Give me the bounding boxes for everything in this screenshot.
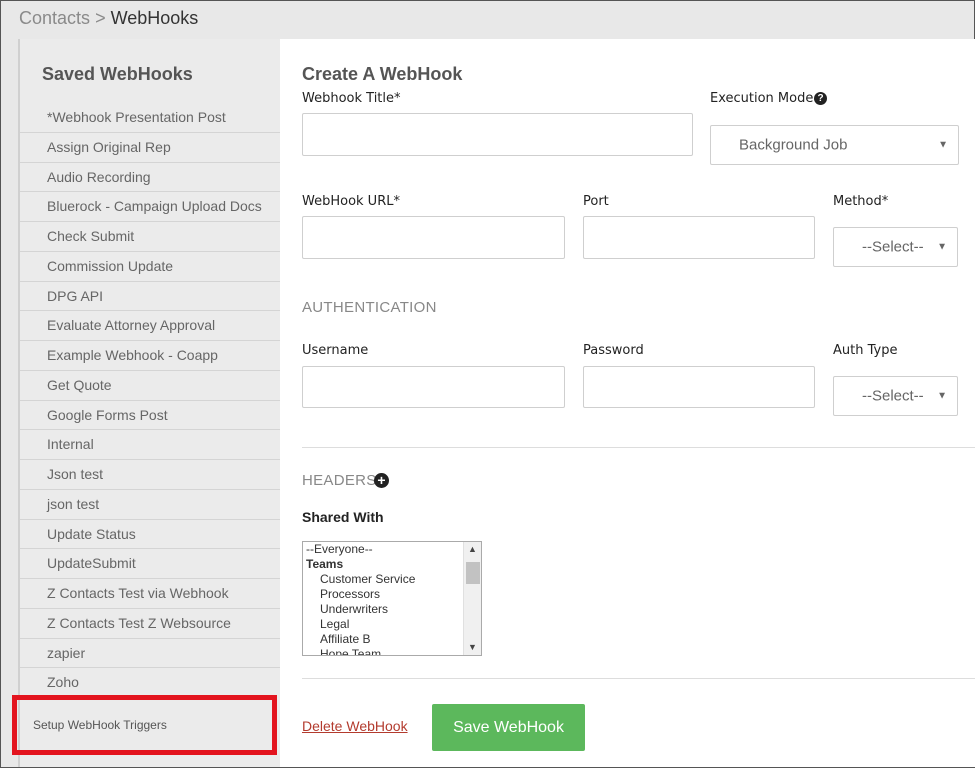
shared-option[interactable]: Legal: [303, 617, 481, 632]
execution-mode-select[interactable]: Background Job ▼: [710, 125, 959, 165]
webhook-url-label: WebHook URL*: [302, 194, 400, 209]
saved-webhooks-list: *Webhook Presentation Post Assign Origina…: [20, 103, 282, 698]
breadcrumb-separator: >: [95, 8, 106, 28]
shared-with-listbox[interactable]: --Everyone-- Teams Customer Service Process…: [302, 541, 482, 656]
saved-webhook-item[interactable]: UpdateSubmit: [20, 549, 282, 579]
shared-option-group[interactable]: Teams: [303, 557, 481, 572]
method-select[interactable]: --Select-- ▼: [833, 227, 958, 267]
app-frame: Contacts > WebHooks Saved WebHooks *Webh…: [0, 0, 975, 768]
saved-webhook-item[interactable]: Zoho: [20, 668, 282, 698]
password-label: Password: [583, 343, 644, 358]
port-label: Port: [583, 194, 609, 209]
saved-webhook-item[interactable]: Bluerock - Campaign Upload Docs: [20, 192, 282, 222]
saved-webhooks-sidebar: Saved WebHooks *Webhook Presentation Pos…: [12, 39, 282, 767]
help-icon[interactable]: ?: [814, 92, 827, 105]
breadcrumb: Contacts > WebHooks: [19, 8, 198, 29]
shared-options-container: --Everyone-- Teams Customer Service Process…: [303, 542, 481, 655]
method-label: Method*: [833, 194, 889, 209]
listbox-scrollbar[interactable]: ▲ ▼: [463, 542, 481, 655]
port-input[interactable]: [583, 216, 815, 259]
saved-webhook-item[interactable]: Z Contacts Test Z Websource: [20, 609, 282, 639]
saved-webhook-item[interactable]: json test: [20, 490, 282, 520]
saved-webhook-item[interactable]: Update Status: [20, 520, 282, 550]
shared-option[interactable]: Affiliate B: [303, 632, 481, 647]
saved-webhook-item[interactable]: Example Webhook - Coapp: [20, 341, 282, 371]
saved-webhook-item[interactable]: zapier: [20, 639, 282, 669]
shared-option[interactable]: Hope Team: [303, 647, 481, 655]
webhook-title-input[interactable]: [302, 113, 693, 156]
create-webhook-panel: Create A WebHook Webhook Title* Executio…: [280, 39, 975, 767]
auth-type-select[interactable]: --Select-- ▼: [833, 376, 958, 416]
saved-webhook-item[interactable]: Commission Update: [20, 252, 282, 282]
saved-webhook-item[interactable]: Get Quote: [20, 371, 282, 401]
execution-mode-label: Execution Mode: [710, 91, 814, 106]
saved-webhook-item[interactable]: Json test: [20, 460, 282, 490]
saved-webhook-item[interactable]: Evaluate Attorney Approval: [20, 311, 282, 341]
sidebar-title: Saved WebHooks: [42, 64, 193, 84]
shared-option[interactable]: --Everyone--: [303, 542, 481, 557]
shared-option[interactable]: Customer Service: [303, 572, 481, 587]
form-title: Create A WebHook: [302, 64, 463, 84]
breadcrumb-current: WebHooks: [110, 8, 199, 28]
caret-down-icon: ▼: [937, 390, 947, 402]
save-webhook-button[interactable]: Save WebHook: [432, 704, 585, 751]
saved-webhook-item[interactable]: *Webhook Presentation Post: [20, 103, 282, 133]
setup-webhook-triggers-link[interactable]: Setup WebHook Triggers: [12, 695, 277, 755]
saved-webhook-item[interactable]: Google Forms Post: [20, 401, 282, 431]
headers-heading: HEADERS: [302, 472, 377, 489]
password-input[interactable]: [583, 366, 815, 408]
auth-type-label: Auth Type: [833, 343, 898, 358]
shared-option[interactable]: Underwriters: [303, 602, 481, 617]
execution-mode-value: Background Job: [739, 136, 848, 154]
webhook-title-label: Webhook Title*: [302, 91, 401, 106]
shared-with-label: Shared With: [302, 509, 384, 525]
scroll-up-arrow-icon[interactable]: ▲: [464, 542, 481, 557]
shared-option[interactable]: Processors: [303, 587, 481, 602]
username-input[interactable]: [302, 366, 565, 408]
auth-type-value: --Select--: [862, 387, 924, 405]
saved-webhook-item[interactable]: Audio Recording: [20, 163, 282, 193]
scroll-down-arrow-icon[interactable]: ▼: [464, 640, 481, 655]
username-label: Username: [302, 343, 369, 358]
scroll-thumb[interactable]: [466, 562, 480, 584]
saved-webhook-item[interactable]: DPG API: [20, 282, 282, 312]
saved-webhook-item[interactable]: Check Submit: [20, 222, 282, 252]
footer-divider: [302, 678, 975, 679]
section-divider: [302, 447, 975, 448]
saved-webhook-item[interactable]: Internal: [20, 430, 282, 460]
saved-webhook-item[interactable]: Z Contacts Test via Webhook: [20, 579, 282, 609]
authentication-heading: AUTHENTICATION: [302, 299, 437, 316]
add-header-plus-icon[interactable]: +: [374, 473, 389, 488]
webhook-url-input[interactable]: [302, 216, 565, 259]
saved-webhook-item[interactable]: Assign Original Rep: [20, 133, 282, 163]
delete-webhook-link[interactable]: Delete WebHook: [302, 718, 408, 734]
breadcrumb-contacts-link[interactable]: Contacts: [19, 8, 90, 28]
caret-down-icon: ▼: [938, 139, 948, 151]
method-value: --Select--: [862, 238, 924, 256]
caret-down-icon: ▼: [937, 241, 947, 253]
